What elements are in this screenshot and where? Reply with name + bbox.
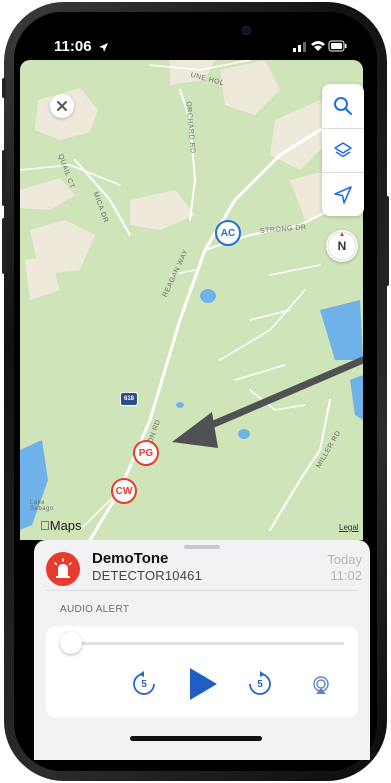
map-marker-cw[interactable]: CW xyxy=(111,478,137,504)
search-icon xyxy=(334,97,352,115)
volume-button xyxy=(2,218,6,274)
layers-button[interactable] xyxy=(322,129,364,173)
skip-back-button[interactable]: 5 xyxy=(130,670,158,698)
notch xyxy=(152,12,248,40)
status-time: 11:06 xyxy=(54,38,92,55)
divider xyxy=(46,590,358,591)
locate-button[interactable] xyxy=(322,173,364,217)
skip-forward-seconds: 5 xyxy=(257,678,263,690)
sheet-grabber[interactable] xyxy=(184,545,220,549)
airplay-button[interactable] xyxy=(310,674,332,696)
legal-link[interactable]: Legal xyxy=(339,523,359,532)
volume-button xyxy=(2,78,6,98)
section-label-audio-alert: AUDIO ALERT xyxy=(60,604,130,615)
alert-type-icon xyxy=(46,552,80,586)
marker-code: CW xyxy=(115,485,133,497)
home-indicator[interactable] xyxy=(130,736,262,741)
front-camera xyxy=(242,26,251,35)
power-button xyxy=(385,196,389,286)
siren-icon xyxy=(54,558,72,578)
location-services-icon xyxy=(98,40,109,58)
battery-icon xyxy=(328,40,347,52)
map-marker-ac[interactable]: AC xyxy=(215,220,241,246)
playback-scrubber[interactable] xyxy=(60,642,344,645)
audio-player: 5 5 xyxy=(46,626,358,718)
map-controls xyxy=(322,84,364,216)
detector-id: DETECTOR10461 xyxy=(92,568,203,583)
alert-sheet: DemoTone DETECTOR10461 Today 11:02 AUDIO… xyxy=(34,540,370,760)
airplay-icon xyxy=(313,676,329,694)
compass[interactable]: N xyxy=(326,230,358,262)
skip-back-seconds: 5 xyxy=(141,678,147,690)
location-arrow-icon xyxy=(334,186,352,204)
alert-time: 11:02 xyxy=(330,568,362,583)
skip-forward-button[interactable]: 5 xyxy=(246,670,274,698)
search-button[interactable] xyxy=(322,84,364,128)
route-shield: 618 xyxy=(120,392,138,406)
layers-icon xyxy=(334,142,352,158)
compass-label: N xyxy=(337,239,347,253)
marker-code: PG xyxy=(138,447,154,459)
close-button[interactable] xyxy=(50,94,74,118)
apple-maps-attribution: Maps xyxy=(40,518,82,533)
volume-button xyxy=(2,150,6,206)
wifi-icon xyxy=(311,41,325,51)
map-marker-pg[interactable]: PG xyxy=(133,440,159,466)
marker-code: AC xyxy=(220,227,236,239)
close-icon xyxy=(57,101,67,111)
cellular-signal-icon xyxy=(293,42,306,52)
alert-day: Today xyxy=(327,552,362,567)
status-bar: 11:06 xyxy=(14,12,377,74)
scrubber-thumb[interactable] xyxy=(60,632,82,654)
play-icon xyxy=(190,668,217,700)
lake-label: Lake Sebago xyxy=(30,500,54,512)
alert-title: DemoTone xyxy=(92,550,169,567)
play-button[interactable] xyxy=(186,666,220,702)
